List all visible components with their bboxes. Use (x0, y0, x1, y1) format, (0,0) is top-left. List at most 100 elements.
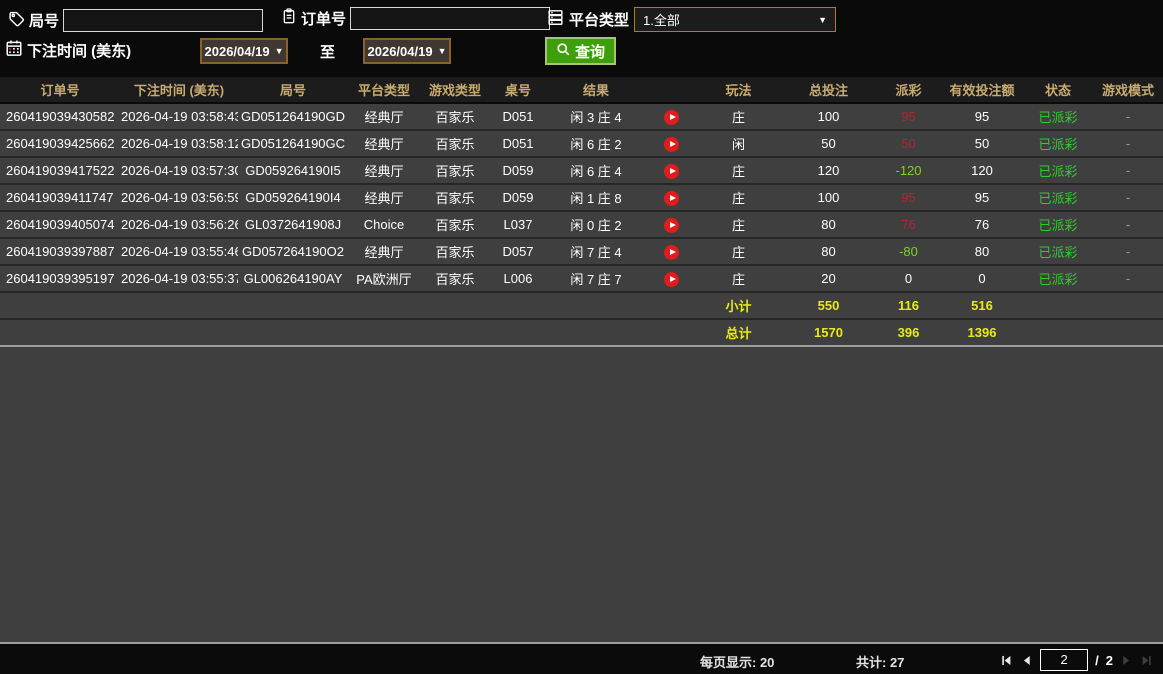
date-from-wrap: 2026/04/19 ▼ (200, 38, 288, 64)
cell-play: 庄 (696, 265, 781, 292)
subtotal-row: 小计550116516 (0, 292, 1163, 319)
bet-records-table: 订单号下注时间 (美东)局号平台类型游戏类型桌号结果玩法总投注派彩有效投注额状态… (0, 77, 1163, 347)
cell-empty (1093, 292, 1163, 319)
cell-game-mode: - (1093, 238, 1163, 265)
cell-bet-time: 2026-04-19 03:56:26 (120, 211, 238, 238)
cell-platform: 经典厅 (348, 157, 420, 184)
per-page-label: 每页显示: 20 (700, 652, 774, 671)
total-label: 总计 (696, 319, 781, 346)
replay-play-icon[interactable] (664, 218, 679, 233)
cell-empty (420, 319, 490, 346)
column-header-12: 状态 (1023, 77, 1093, 103)
cell-platform: PA欧洲厅 (348, 265, 420, 292)
cell-game-mode: - (1093, 157, 1163, 184)
cell-empty (546, 319, 646, 346)
column-header-2: 局号 (238, 77, 348, 103)
cell-order-id: 260419039405074 (0, 211, 120, 238)
cell-platform: 经典厅 (348, 238, 420, 265)
column-header-1: 下注时间 (美东) (120, 77, 238, 103)
cell-empty (1093, 319, 1163, 346)
column-header-8: 玩法 (696, 77, 781, 103)
previous-page-button[interactable] (1020, 654, 1033, 667)
order-input[interactable] (350, 7, 550, 30)
total-row: 总计15703961396 (0, 319, 1163, 346)
cell-game-type: 百家乐 (420, 184, 490, 211)
result-cell-play (646, 103, 696, 130)
cell-status: 已派彩 (1023, 103, 1093, 130)
cell-bet-time: 2026-04-19 03:57:30 (120, 157, 238, 184)
result-cell-play (646, 184, 696, 211)
total-valid-bet: 1396 (941, 319, 1023, 346)
replay-play-icon[interactable] (664, 272, 679, 287)
cell-status: 已派彩 (1023, 157, 1093, 184)
cell-order-id: 260419039425662 (0, 130, 120, 157)
platform-select[interactable]: 1.全部 ▼ (634, 7, 836, 32)
cell-valid-bet: 95 (941, 103, 1023, 130)
date-to-select[interactable]: 2026/04/19 ▼ (363, 38, 451, 64)
subtotal-valid-bet: 516 (941, 292, 1023, 319)
cell-bet-time: 2026-04-19 03:55:46 (120, 238, 238, 265)
cell-payout: 50 (876, 130, 941, 157)
cell-result: 闲 1 庄 8 (546, 184, 646, 211)
search-icon (556, 42, 571, 61)
next-page-button[interactable] (1120, 654, 1133, 667)
cell-table-id: L006 (490, 265, 546, 292)
column-header-11: 有效投注额 (941, 77, 1023, 103)
cell-order-id: 260419039397887 (0, 238, 120, 265)
cell-round-id: GL0372641908J (238, 211, 348, 238)
round-input[interactable] (63, 9, 263, 32)
replay-play-icon[interactable] (664, 245, 679, 260)
cell-table-id: D051 (490, 130, 546, 157)
replay-play-icon[interactable] (664, 110, 679, 125)
current-page-input[interactable] (1040, 649, 1088, 671)
first-page-button[interactable] (1000, 654, 1013, 667)
column-header-5: 桌号 (490, 77, 546, 103)
cell-payout: -80 (876, 238, 941, 265)
column-header-10: 派彩 (876, 77, 941, 103)
replay-play-icon[interactable] (664, 137, 679, 152)
cell-game-type: 百家乐 (420, 238, 490, 265)
order-filter: 订单号 (281, 7, 550, 30)
table-row: 2604190394050742026-04-19 03:56:26GL0372… (0, 211, 1163, 238)
result-cell-play (646, 130, 696, 157)
cell-empty (1023, 292, 1093, 319)
page-separator: / (1095, 653, 1099, 668)
cell-result: 闲 0 庄 2 (546, 211, 646, 238)
last-page-button[interactable] (1140, 654, 1153, 667)
table-row: 2604190394117472026-04-19 03:56:59GD0592… (0, 184, 1163, 211)
replay-play-icon[interactable] (664, 164, 679, 179)
cell-bet-time: 2026-04-19 03:58:12 (120, 130, 238, 157)
cell-order-id: 260419039395197 (0, 265, 120, 292)
cell-empty (0, 292, 120, 319)
table-row: 2604190394305822026-04-19 03:58:43GD0512… (0, 103, 1163, 130)
cell-empty (348, 292, 420, 319)
table-row: 2604190393978872026-04-19 03:55:46GD0572… (0, 238, 1163, 265)
cell-order-id: 260419039430582 (0, 103, 120, 130)
replay-play-icon[interactable] (664, 191, 679, 206)
result-cell-play (646, 238, 696, 265)
date-from-value: 2026/04/19 (205, 44, 270, 59)
cell-total-bet: 100 (781, 184, 876, 211)
date-from-select[interactable]: 2026/04/19 ▼ (200, 38, 288, 64)
cell-status: 已派彩 (1023, 211, 1093, 238)
search-button[interactable]: 查询 (545, 37, 616, 65)
cell-platform: 经典厅 (348, 130, 420, 157)
bet-records-page: 局号 订单号 平台类型 1.全部 ▼ 下注时间 (美东) (0, 0, 1163, 674)
cell-game-mode: - (1093, 211, 1163, 238)
cell-round-id: GD059264190I4 (238, 184, 348, 211)
chevron-down-icon: ▼ (818, 15, 827, 25)
cell-payout: -120 (876, 157, 941, 184)
cell-empty (490, 319, 546, 346)
cell-order-id: 260419039411747 (0, 184, 120, 211)
cell-result: 闲 6 庄 2 (546, 130, 646, 157)
cell-empty (646, 292, 696, 319)
total-pages-label: 2 (1106, 653, 1113, 668)
cell-status: 已派彩 (1023, 238, 1093, 265)
table-header-row: 订单号下注时间 (美东)局号平台类型游戏类型桌号结果玩法总投注派彩有效投注额状态… (0, 77, 1163, 103)
column-header-13: 游戏模式 (1093, 77, 1163, 103)
cell-platform: 经典厅 (348, 184, 420, 211)
tag-icon (8, 10, 25, 32)
cell-valid-bet: 0 (941, 265, 1023, 292)
bet-time-label: 下注时间 (美东) (27, 40, 131, 61)
cell-game-type: 百家乐 (420, 157, 490, 184)
